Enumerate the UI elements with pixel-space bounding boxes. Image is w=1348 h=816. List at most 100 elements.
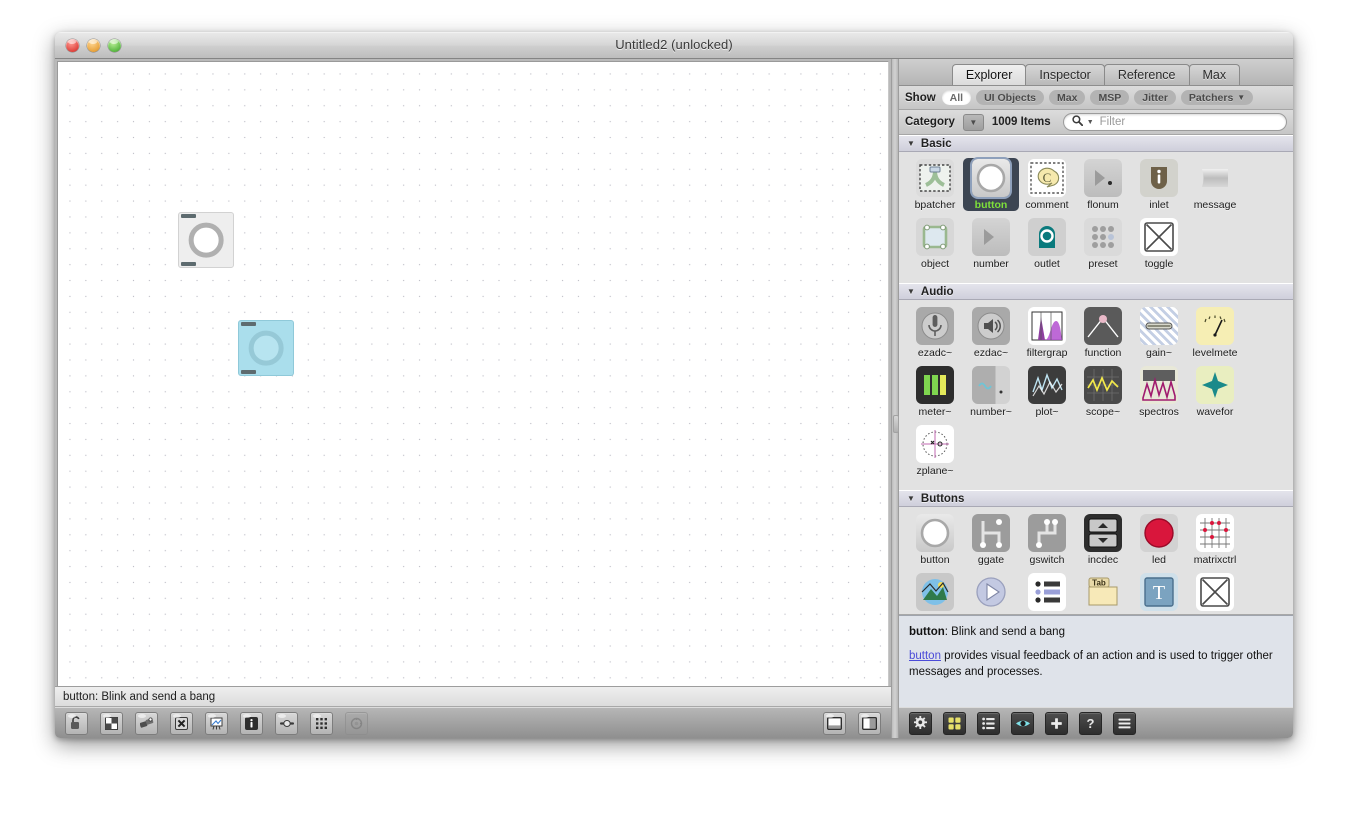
tab-explorer[interactable]: Explorer: [952, 64, 1027, 85]
object-cell-textbutton[interactable]: T textbutto: [1131, 573, 1187, 615]
object-label: inlet: [1149, 199, 1168, 211]
object-cell-tab[interactable]: Tab tab: [1075, 573, 1131, 615]
x-box-icon: [175, 717, 188, 730]
object-cell-toggle2[interactable]: toggle: [1187, 573, 1243, 615]
object-cell-button2[interactable]: button: [907, 514, 963, 566]
object-label: object: [921, 258, 949, 270]
lock-unlock-button[interactable]: [65, 712, 88, 735]
object-cell-flonum[interactable]: flonum: [1075, 159, 1131, 211]
send-receive-button[interactable]: [275, 712, 298, 735]
object-cell-number[interactable]: number: [963, 218, 1019, 270]
add-button[interactable]: [1045, 712, 1068, 735]
bang-object-selected[interactable]: [238, 320, 294, 376]
snapshot-button[interactable]: [345, 712, 368, 735]
object-cell-inlet[interactable]: inlet: [1131, 159, 1187, 211]
show-filter-row: Show All UI Objects Max MSP Jitter Patch…: [899, 86, 1293, 110]
object-cell-toggle[interactable]: toggle: [1131, 218, 1187, 270]
object-cell-matrixctrl[interactable]: matrixctrl: [1187, 514, 1243, 566]
object-label: tab: [1096, 613, 1111, 615]
object-label: playbar: [974, 613, 1008, 615]
object-cell-ezdac[interactable]: ezdac~: [963, 307, 1019, 359]
object-cell-waveform[interactable]: wavefor: [1187, 366, 1243, 418]
settings-button[interactable]: [909, 712, 932, 735]
object-cell-ezadc[interactable]: ezadc~: [907, 307, 963, 359]
patcher-canvas[interactable]: [57, 61, 889, 686]
tab-max[interactable]: Max: [1189, 64, 1241, 85]
filter-pill-max[interactable]: Max: [1049, 90, 1085, 105]
filter-pill-ui-objects[interactable]: UI Objects: [976, 90, 1044, 105]
message-icon: [1196, 159, 1234, 197]
object-cell-gain[interactable]: gain~: [1131, 307, 1187, 359]
group-header-buttons[interactable]: ▼ Buttons: [899, 490, 1293, 507]
object-browser-list[interactable]: ▼ Basic bpatcher: [899, 135, 1293, 615]
object-cell-preset[interactable]: preset: [1075, 218, 1131, 270]
category-dropdown-button[interactable]: ▼: [963, 114, 984, 131]
tab-icon: Tab: [1084, 573, 1122, 611]
filter-pill-all[interactable]: All: [942, 90, 971, 105]
object-cell-gswitch[interactable]: gswitch: [1019, 514, 1075, 566]
menu-button[interactable]: [1113, 712, 1136, 735]
object-cell-zplane[interactable]: zplane~: [907, 425, 963, 477]
presentation-mode-button[interactable]: [100, 712, 123, 735]
filter-pill-jitter[interactable]: Jitter: [1134, 90, 1176, 105]
question-mark-icon: ?: [1087, 717, 1095, 730]
sidebar-tabbar: Explorer Inspector Reference Max: [899, 59, 1293, 86]
filter-pill-msp[interactable]: MSP: [1090, 90, 1129, 105]
object-cell-bpatcher[interactable]: bpatcher: [907, 159, 963, 211]
search-icon: [1072, 113, 1083, 131]
panel-right-toggle[interactable]: [858, 712, 881, 735]
group-header-basic[interactable]: ▼ Basic: [899, 135, 1293, 152]
object-label: matrixctrl: [1194, 554, 1237, 566]
description-body-text: provides visual feedback of an action an…: [909, 650, 1273, 677]
preview-button[interactable]: [1011, 712, 1034, 735]
object-label: button: [975, 199, 1008, 211]
search-input[interactable]: ▼ Filter: [1063, 113, 1287, 131]
object-cell-object[interactable]: object: [907, 218, 963, 270]
object-cell-radiogroup[interactable]: radiogro: [1019, 573, 1075, 615]
object-cell-scope[interactable]: scope~: [1075, 366, 1131, 418]
object-cell-button[interactable]: button: [963, 158, 1019, 211]
grid-view-button[interactable]: [943, 712, 966, 735]
object-label: textbutto: [1139, 613, 1179, 615]
object-label: gain~: [1146, 347, 1172, 359]
info-button[interactable]: [240, 712, 263, 735]
chevron-down-icon[interactable]: ▼: [1087, 119, 1094, 126]
grid-view-icon: [948, 717, 961, 730]
objects-icon: [140, 717, 154, 729]
object-cell-comment[interactable]: C comment: [1019, 159, 1075, 211]
object-cell-incdec[interactable]: incdec: [1075, 514, 1131, 566]
delete-button[interactable]: [170, 712, 193, 735]
description-link[interactable]: button: [909, 650, 941, 662]
group-header-audio[interactable]: ▼ Audio: [899, 283, 1293, 300]
inspector-button[interactable]: [205, 712, 228, 735]
show-label: Show: [905, 92, 936, 104]
filter-pill-patchers[interactable]: Patchers ▼: [1181, 90, 1253, 105]
tab-inspector[interactable]: Inspector: [1025, 64, 1104, 85]
radiogroup-icon: [1028, 573, 1066, 611]
object-label: levelmete: [1193, 347, 1238, 359]
object-cell-filtergraph[interactable]: filtergrap: [1019, 307, 1075, 359]
button-icon: [972, 159, 1010, 197]
object-cell-function[interactable]: function: [1075, 307, 1131, 359]
bang-object[interactable]: [178, 212, 234, 268]
object-cell-plot[interactable]: plot~: [1019, 366, 1075, 418]
tab-reference[interactable]: Reference: [1104, 64, 1190, 85]
panel-bottom-toggle[interactable]: [823, 712, 846, 735]
grid-button[interactable]: [310, 712, 333, 735]
object-cell-number-tilde[interactable]: number~: [963, 366, 1019, 418]
list-view-button[interactable]: [977, 712, 1000, 735]
object-cell-pictctrl[interactable]: pictctrl: [907, 573, 963, 615]
pane-splitter[interactable]: [891, 59, 899, 738]
object-cell-meter[interactable]: meter~: [907, 366, 963, 418]
help-button[interactable]: ?: [1079, 712, 1102, 735]
object-cell-led[interactable]: led: [1131, 514, 1187, 566]
object-cell-message[interactable]: message: [1187, 159, 1243, 211]
object-cell-spectroscope[interactable]: spectros: [1131, 366, 1187, 418]
object-cell-levelmeter[interactable]: levelmete: [1187, 307, 1243, 359]
add-object-button[interactable]: [135, 712, 158, 735]
object-cell-playbar[interactable]: playbar: [963, 573, 1019, 615]
title-bar: Untitled2 (unlocked): [55, 32, 1293, 59]
object-cell-ggate[interactable]: ggate: [963, 514, 1019, 566]
filter-label: MSP: [1098, 92, 1121, 104]
object-cell-outlet[interactable]: outlet: [1019, 218, 1075, 270]
